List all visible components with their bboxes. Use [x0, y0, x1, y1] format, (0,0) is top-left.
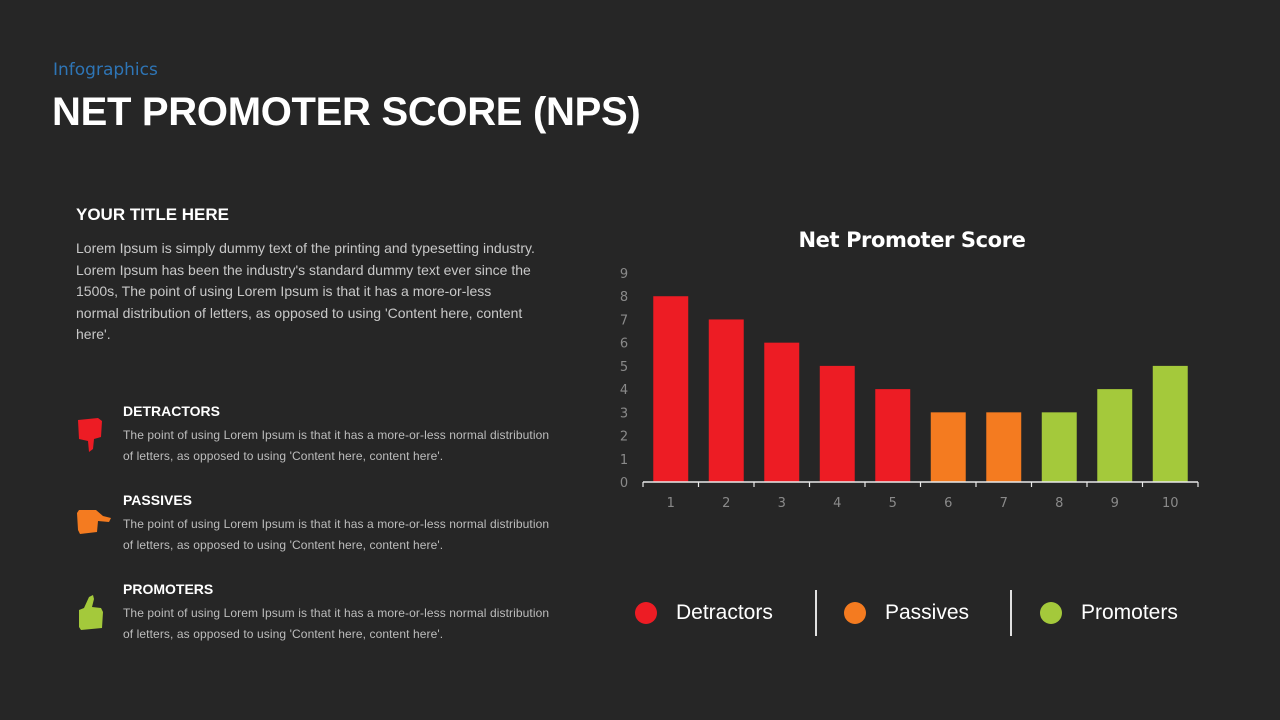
page-title: NET PROMOTER SCORE (NPS)	[52, 90, 641, 134]
intro-title: YOUR TITLE HERE	[76, 205, 230, 224]
bar-5	[875, 389, 911, 482]
x-tick-label: 9	[1111, 496, 1119, 511]
thumbs-down-icon	[78, 418, 102, 452]
legend-divider	[815, 590, 817, 636]
bar-3	[764, 342, 800, 482]
legend-label: Promoters	[1081, 601, 1178, 624]
x-tick-label: 4	[833, 496, 841, 511]
legend-dot-icon	[1040, 602, 1062, 624]
eyebrow-label: Infographics	[53, 60, 158, 80]
x-tick-label: 2	[722, 496, 730, 511]
y-tick-label: 2	[620, 430, 628, 445]
legend-item-detractors: Detractors	[635, 590, 773, 636]
y-tick-label: 3	[620, 406, 628, 421]
y-tick-label: 6	[620, 337, 628, 352]
bar-1	[653, 296, 689, 482]
category-title: DETRACTORS	[123, 403, 220, 419]
category-detractors: DETRACTORS The point of using Lorem Ipsu…	[76, 403, 556, 473]
pointing-hand-icon	[77, 510, 111, 534]
legend-dot-icon	[844, 602, 866, 624]
x-tick-label: 8	[1055, 496, 1063, 511]
x-tick-label: 3	[778, 496, 786, 511]
legend-item-passives: Passives	[844, 590, 969, 636]
category-title: PROMOTERS	[123, 581, 214, 597]
category-body: The point of using Lorem Ipsum is that i…	[123, 606, 550, 641]
y-tick-label: 0	[620, 476, 628, 491]
legend-divider	[1010, 590, 1012, 636]
x-tick-label: 6	[944, 496, 952, 511]
y-tick-label: 5	[620, 360, 628, 375]
chart-legend: Detractors Passives Promoters	[620, 590, 1200, 636]
bar-6	[930, 412, 966, 482]
x-tick-label: 7	[1000, 496, 1008, 511]
intro-body: Lorem Ipsum is simply dummy text of the …	[76, 240, 535, 342]
bar-10	[1152, 365, 1188, 482]
nps-bar-chart: 0 1 2 3 4 5 6 7 8 9 1 2 3 4 5 6 7 8 9 10	[620, 267, 1199, 511]
legend-label: Passives	[885, 601, 970, 624]
bar-9	[1097, 389, 1133, 482]
legend-item-promoters: Promoters	[1040, 590, 1178, 636]
x-tick-label: 10	[1162, 496, 1179, 511]
x-tick-label: 5	[889, 496, 897, 511]
bar-7	[986, 412, 1022, 482]
category-body: The point of using Lorem Ipsum is that i…	[123, 428, 550, 463]
y-tick-label: 9	[620, 267, 628, 282]
y-tick-label: 1	[620, 453, 628, 468]
category-passives: PASSIVES The point of using Lorem Ipsum …	[76, 492, 556, 562]
category-title: PASSIVES	[123, 492, 192, 508]
x-tick-label: 1	[667, 496, 675, 511]
bar-8	[1041, 412, 1077, 482]
bar-4	[819, 365, 855, 482]
y-tick-label: 4	[620, 383, 628, 398]
y-tick-label: 8	[620, 290, 628, 305]
thumbs-up-icon	[79, 595, 103, 630]
legend-label: Detractors	[676, 601, 773, 624]
chart-title: Net Promoter Score	[798, 228, 1026, 252]
category-body: The point of using Lorem Ipsum is that i…	[123, 517, 550, 552]
bar-2	[708, 319, 744, 482]
y-tick-label: 7	[620, 313, 628, 328]
category-promoters: PROMOTERS The point of using Lorem Ipsum…	[76, 581, 556, 651]
legend-dot-icon	[635, 602, 657, 624]
